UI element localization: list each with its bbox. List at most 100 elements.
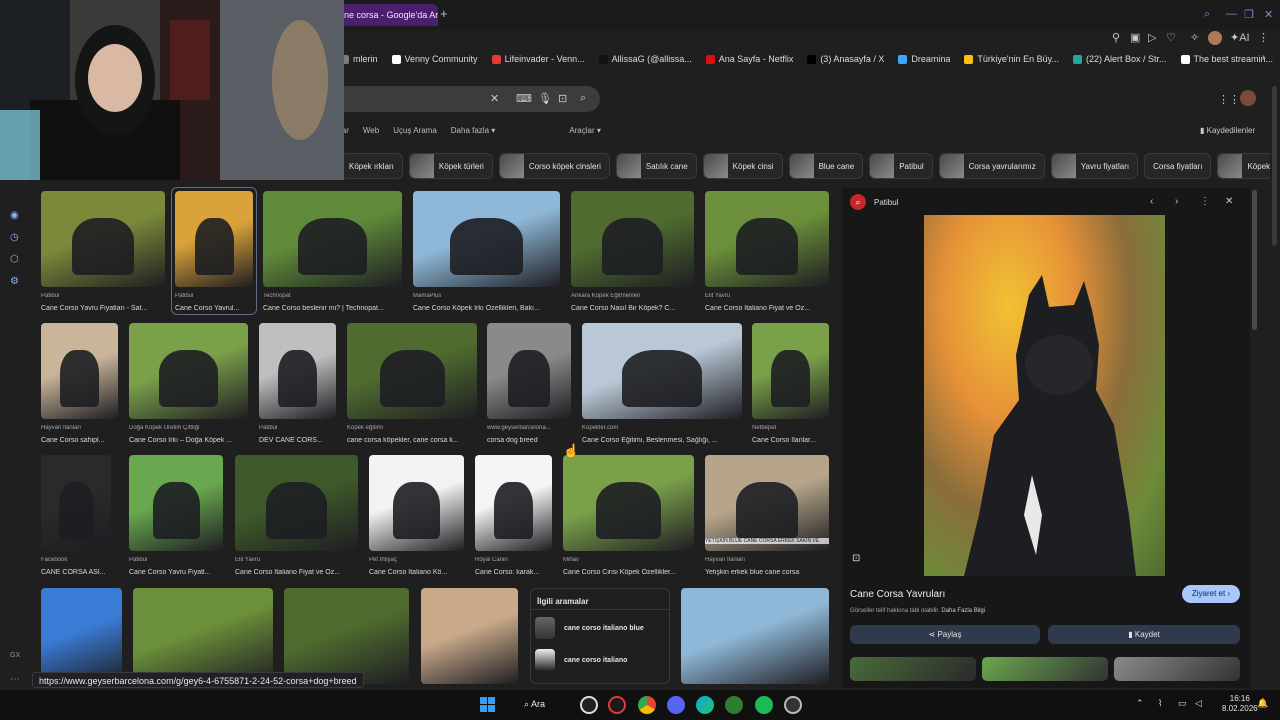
result-caption[interactable]: Yetişkin erkek blue cane corsa: [705, 569, 841, 576]
mic-icon[interactable]: 🎙: [538, 92, 552, 105]
result-caption[interactable]: Cane Corso sahipl...: [41, 437, 130, 444]
menu-icon[interactable]: ⋮: [1258, 31, 1269, 44]
result-source[interactable]: Doğa Köpek Üretim Çiftliği: [129, 425, 258, 431]
new-tab-icon[interactable]: +: [440, 6, 448, 21]
search-icon[interactable]: ⌕: [580, 92, 586, 105]
preview-image[interactable]: [924, 215, 1165, 576]
next-icon[interactable]: ›: [1175, 196, 1178, 207]
result-image[interactable]: [705, 191, 829, 287]
filter-chip[interactable]: Corsa yavrularımız: [938, 153, 1045, 179]
active-tab[interactable]: ne corsa - Google'da Ar: [338, 4, 438, 26]
saved-link[interactable]: ▮ Kaydedilenler: [1200, 126, 1255, 135]
apps-icon[interactable]: ⋮⋮: [1218, 93, 1240, 106]
minimize-icon[interactable]: —: [1226, 8, 1237, 20]
profile-avatar[interactable]: [1208, 31, 1222, 45]
clock[interactable]: 16:16 8.02.2026: [1222, 694, 1258, 714]
result-image[interactable]: [259, 323, 336, 419]
result-image[interactable]: [129, 323, 248, 419]
panel-scrollbar[interactable]: [1252, 190, 1257, 330]
result-source[interactable]: Hayvan İlanları: [41, 425, 128, 431]
settings-icon[interactable]: ⚙: [10, 276, 19, 287]
spotify-icon[interactable]: [755, 696, 773, 714]
bookmark-item[interactable]: Dreamina: [898, 51, 950, 67]
play-icon[interactable]: ▷: [1148, 31, 1156, 44]
notification-icon[interactable]: 🔔: [1257, 698, 1268, 709]
result-image[interactable]: [263, 191, 402, 287]
result-source[interactable]: Facebook: [41, 557, 121, 563]
result-image[interactable]: [41, 588, 122, 684]
tray-chevron-icon[interactable]: ⌃: [1136, 698, 1144, 709]
result-image[interactable]: [41, 323, 118, 419]
page-scrollbar[interactable]: [1272, 86, 1277, 246]
chevron-right-icon[interactable]: ›: [1262, 52, 1265, 63]
app-green-icon[interactable]: [725, 696, 743, 714]
result-caption[interactable]: Cane Corso Italiano Fiyat ve Öz...: [235, 569, 370, 576]
result-caption[interactable]: Cane Corso Italiano Kö...: [369, 569, 476, 576]
bookmark-item[interactable]: The best streamin...: [1180, 51, 1273, 67]
result-source[interactable]: Technopat: [263, 293, 412, 299]
result-caption[interactable]: Cane Corso beslenir mi? | Technopat...: [263, 305, 414, 312]
result-source[interactable]: Netbepet: [752, 425, 839, 431]
bookmark-item[interactable]: mlerin: [340, 51, 378, 67]
tab-web[interactable]: Web: [363, 126, 379, 135]
steam-icon[interactable]: [784, 696, 802, 714]
result-image[interactable]: [705, 455, 829, 551]
result-source[interactable]: MamaPlus: [413, 293, 570, 299]
bookmark-item[interactable]: (3) Anasayfa / X: [807, 51, 884, 67]
result-caption[interactable]: Cane Corso Yavru Fiyatları - Sat...: [41, 305, 177, 312]
result-source[interactable]: www.geyserbarcelona...: [487, 425, 581, 431]
filter-chip[interactable]: Blue cane: [788, 153, 864, 179]
bookmark-item[interactable]: AllissaG (@allissa...: [598, 51, 692, 67]
result-caption[interactable]: Cane Corso Yavru Fiyatl...: [129, 569, 235, 576]
more-options-icon[interactable]: ⋮: [1200, 196, 1210, 207]
gx-icon[interactable]: GX: [10, 652, 20, 659]
save-button[interactable]: ▮ Kaydet: [1048, 625, 1240, 644]
result-image[interactable]: [487, 323, 571, 419]
panel-source[interactable]: Patibul: [874, 198, 898, 207]
result-image[interactable]: [235, 455, 358, 551]
clock-icon[interactable]: ◷: [10, 232, 19, 243]
filter-chip[interactable]: Köpek cinsi: [702, 153, 783, 179]
result-source[interactable]: Hayvan İlanları: [705, 557, 839, 563]
similar-image[interactable]: [982, 657, 1108, 681]
tab-more[interactable]: Daha fazla ▾: [451, 126, 495, 135]
result-caption[interactable]: DEV CANE CORS...: [259, 437, 348, 444]
close-panel-icon[interactable]: ✕: [1225, 196, 1233, 207]
result-caption[interactable]: cane corsa köpekler, cane corsa k...: [347, 437, 489, 444]
result-source[interactable]: Elit Yavru: [235, 557, 368, 563]
result-image[interactable]: [571, 191, 694, 287]
chrome-icon[interactable]: [638, 696, 656, 714]
visit-button[interactable]: Ziyaret et ›: [1182, 585, 1240, 603]
maximize-icon[interactable]: ❐: [1244, 8, 1254, 21]
lens-search-icon[interactable]: ⊡: [852, 553, 860, 564]
result-image[interactable]: [475, 455, 552, 551]
account-avatar[interactable]: [1240, 90, 1256, 106]
extensions-icon[interactable]: ✧: [1190, 31, 1199, 44]
discord-icon[interactable]: [667, 696, 685, 714]
result-caption[interactable]: Cane Corso Köpek Irkı Özellikleri, Bakı.…: [413, 305, 572, 312]
result-image[interactable]: [129, 455, 223, 551]
result-caption[interactable]: Cane Corso Cinsi Köpek Özellikler...: [563, 569, 706, 576]
result-source[interactable]: Elit Yavru: [705, 293, 839, 299]
extension-icon[interactable]: ⬡: [10, 254, 19, 265]
result-source[interactable]: Royal Canin: [475, 557, 562, 563]
result-image[interactable]: [582, 323, 742, 419]
opera-gx-icon[interactable]: [608, 696, 626, 714]
bookmark-item[interactable]: Ana Sayfa - Netflix: [705, 51, 793, 67]
result-image[interactable]: [133, 588, 273, 684]
clear-icon[interactable]: ✕: [490, 92, 499, 105]
result-image[interactable]: [41, 191, 165, 287]
keyboard-icon[interactable]: ⌨: [516, 92, 532, 105]
bookmark-item[interactable]: Lifeinvader - Venn...: [491, 51, 585, 67]
filter-chip[interactable]: Köpek ırkları: [340, 153, 403, 179]
result-caption[interactable]: Cane Corso Eğitimi, Beslenmesi, Sağlığı,…: [582, 437, 754, 444]
result-source[interactable]: Patibul: [41, 293, 175, 299]
tab-flights[interactable]: Uçuş Arama: [393, 126, 437, 135]
result-image[interactable]: [421, 588, 518, 684]
pin-icon[interactable]: ⚲: [1112, 31, 1120, 44]
network-icon[interactable]: ▭: [1178, 698, 1187, 709]
result-image[interactable]: [347, 323, 477, 419]
screenshot-icon[interactable]: ▣: [1130, 31, 1140, 44]
filter-chip[interactable]: Patibul: [869, 153, 933, 179]
result-caption[interactable]: CANE CORSA ASİ...: [41, 569, 123, 576]
